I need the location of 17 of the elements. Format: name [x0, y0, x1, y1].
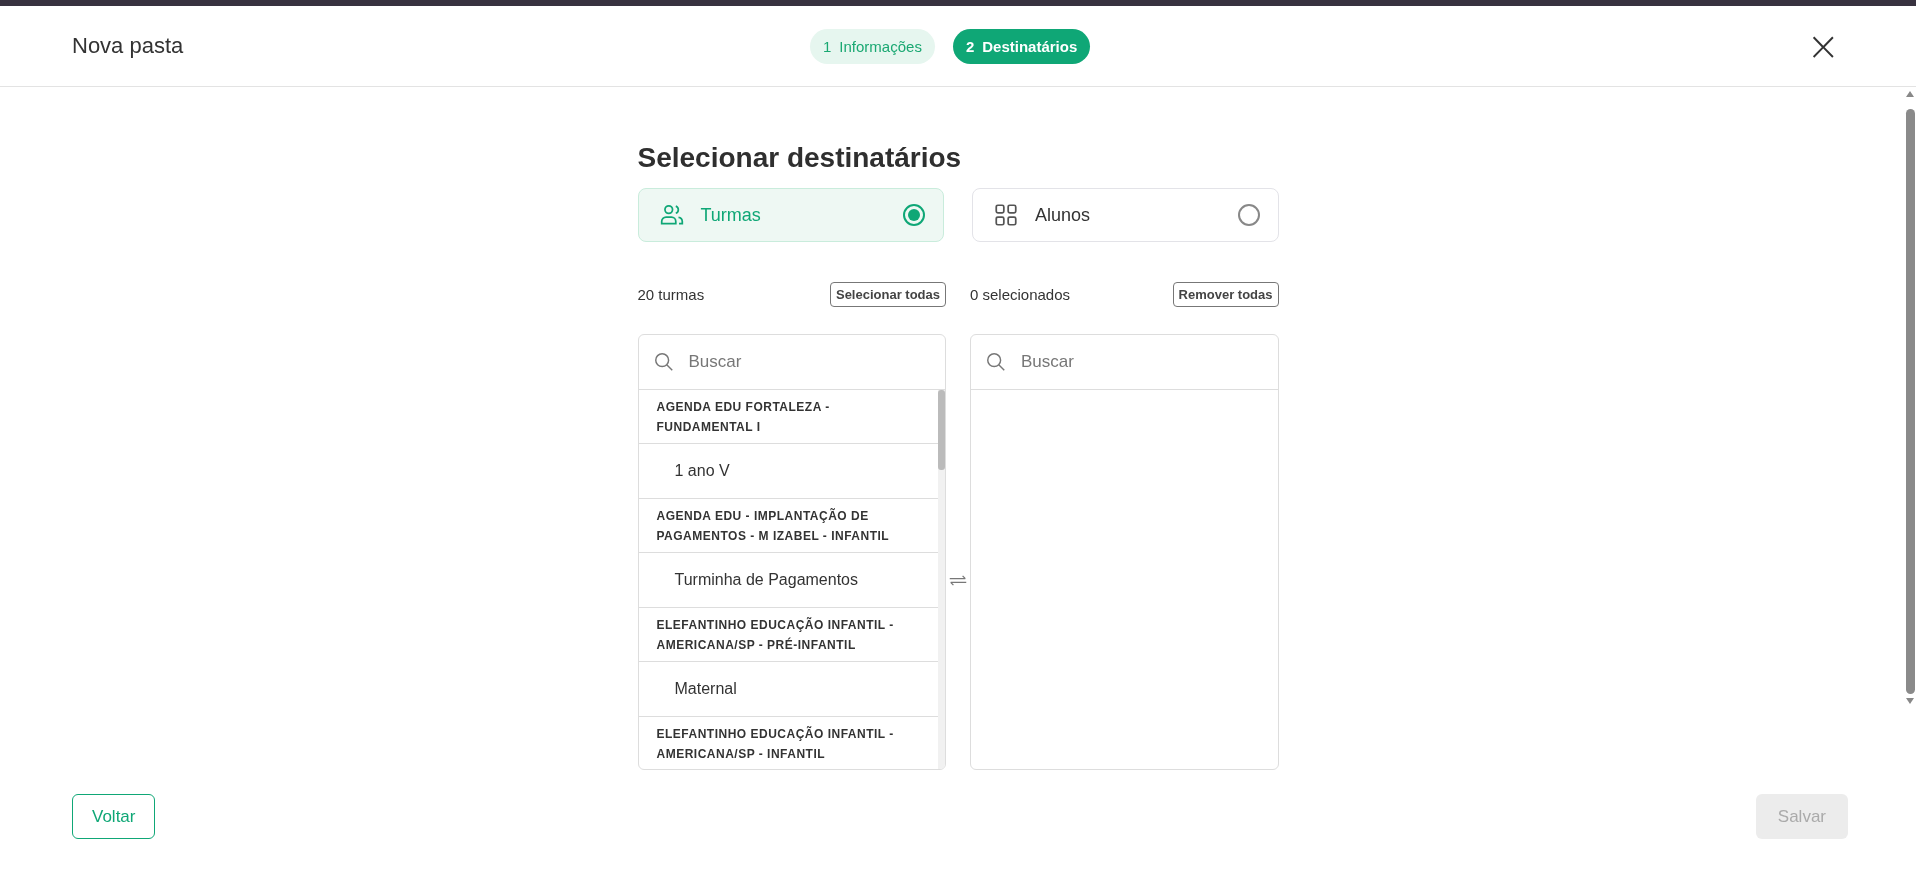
search-icon: [652, 351, 675, 373]
close-button[interactable]: ×: [1802, 26, 1844, 66]
grid-icon: [993, 202, 1019, 228]
radio-button[interactable]: [1237, 204, 1260, 226]
remove-all-button[interactable]: Remover todas: [1172, 281, 1279, 307]
section-heading: Selecionar destinatários: [637, 142, 963, 174]
count-label: 0 selecionados: [970, 285, 1071, 303]
select-all-button[interactable]: Selecionar todas: [829, 281, 946, 307]
scroll-down-icon[interactable]: [1905, 697, 1915, 705]
option-card[interactable]: Alunos: [972, 188, 1279, 242]
radio-button[interactable]: [903, 204, 925, 226]
dialog-title: Nova pasta: [72, 33, 184, 59]
search-icon: [985, 351, 1007, 373]
scrollbar[interactable]: [938, 390, 945, 769]
count-label: 20 turmas: [637, 285, 705, 303]
people-icon: [658, 202, 685, 228]
scroll-up-icon[interactable]: [1905, 90, 1915, 98]
